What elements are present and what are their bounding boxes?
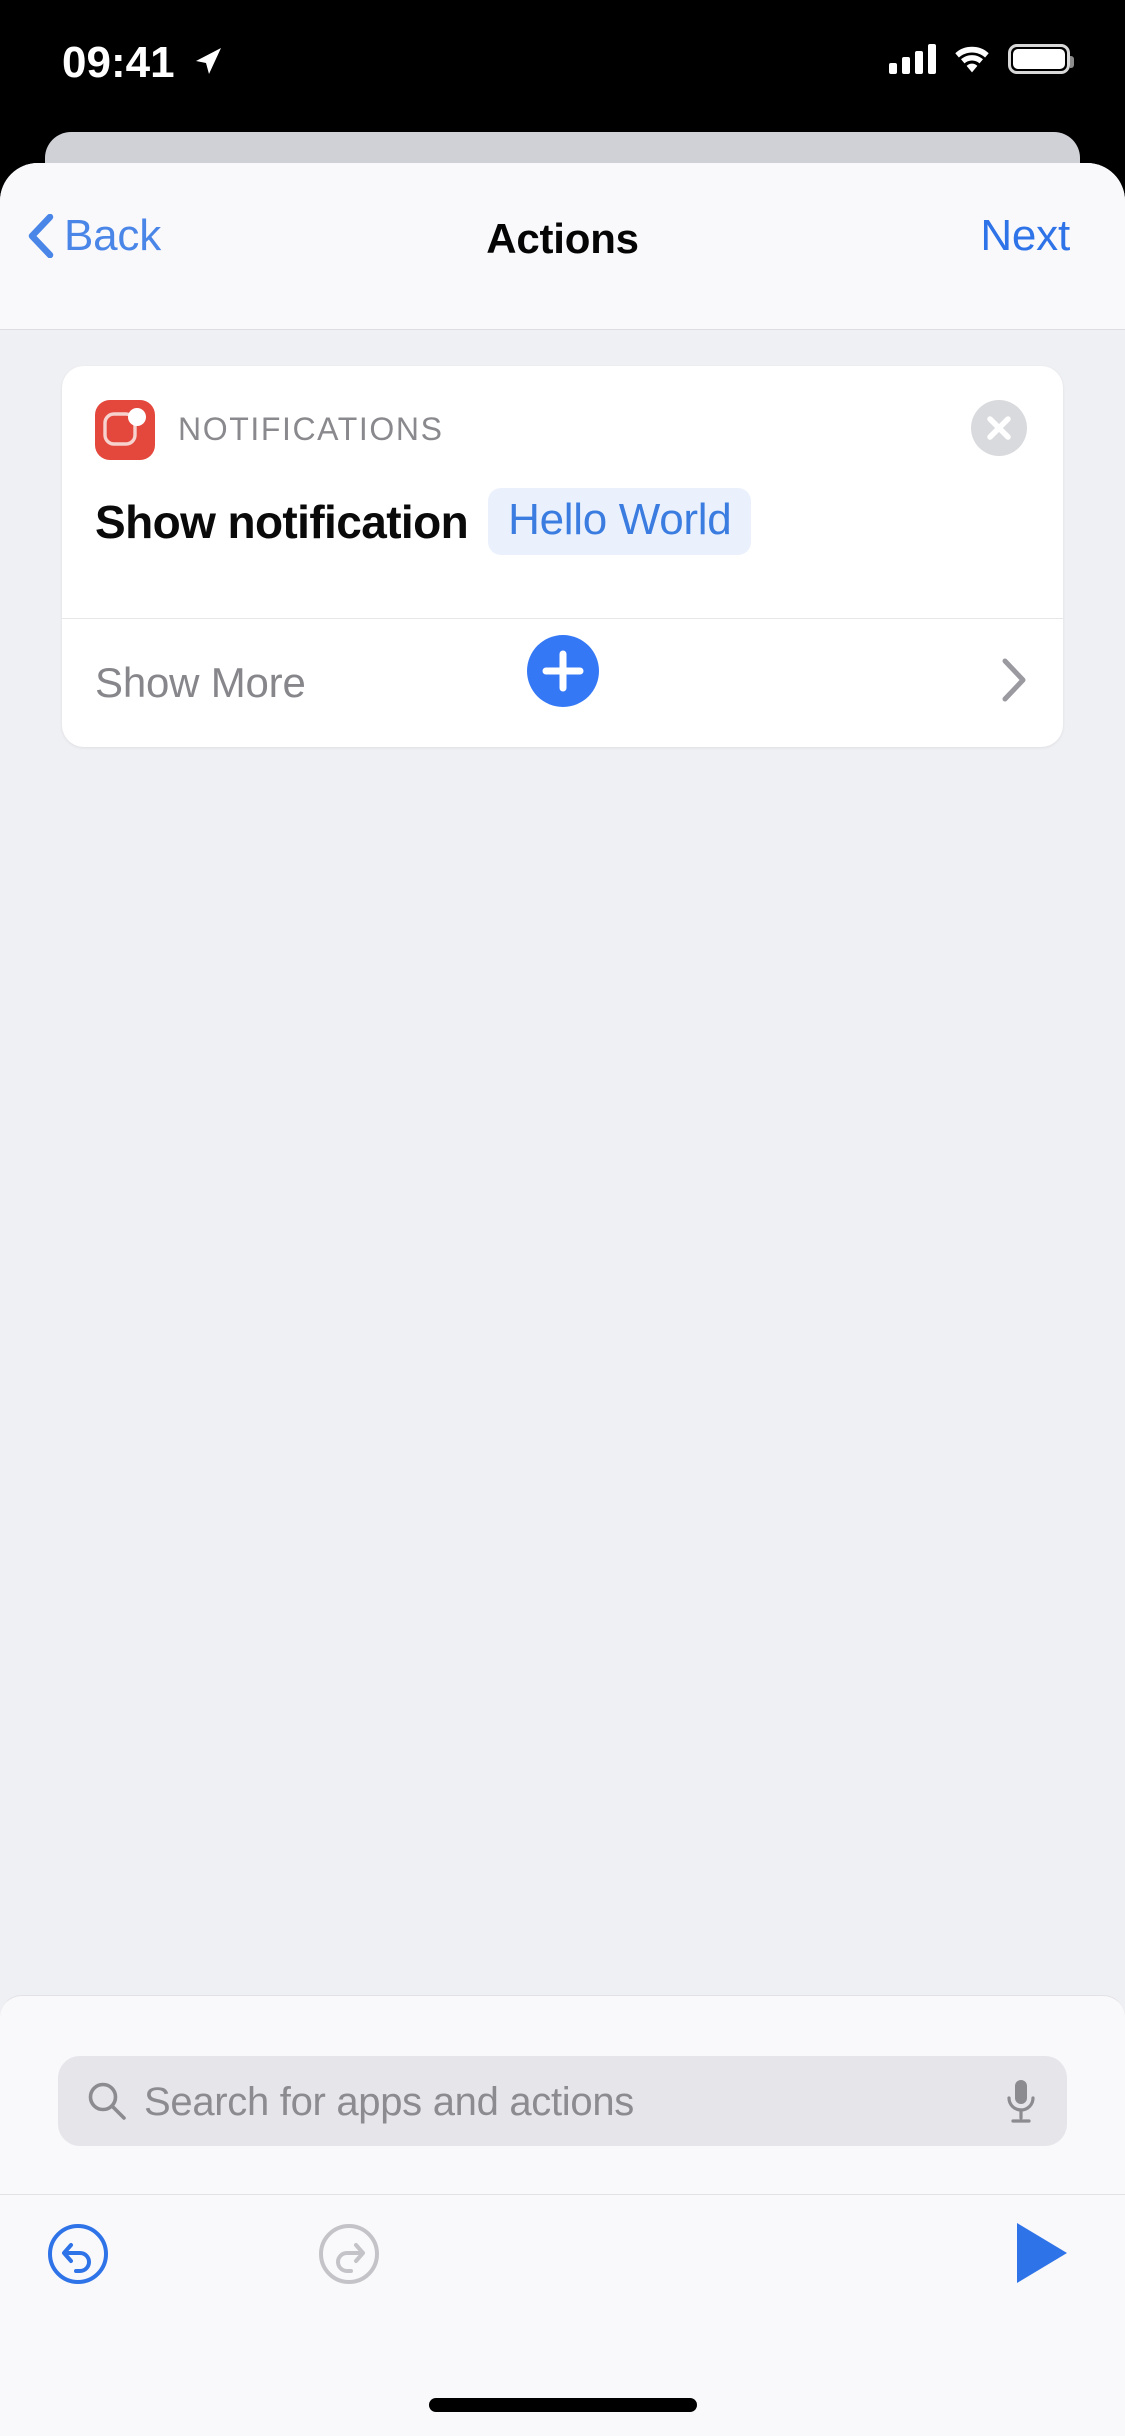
wifi-icon [955, 46, 989, 73]
status-bar: 09:41 [0, 0, 1125, 132]
search-input[interactable] [142, 2076, 966, 2128]
navigation-bar: Back Actions Next [0, 163, 1125, 330]
chevron-right-icon [1002, 658, 1026, 702]
action-app-label: NOTIFICATIONS [178, 411, 444, 447]
bottom-panel [0, 1995, 1125, 2436]
battery-full-icon [1008, 44, 1074, 74]
page-title: Actions [486, 215, 639, 262]
location-arrow-icon [196, 48, 221, 74]
action-title-row: Show notification Hello World [95, 488, 752, 555]
status-bar-indicators [889, 44, 1074, 74]
add-action-button[interactable] [527, 635, 599, 707]
search-bar[interactable] [58, 2056, 1067, 2146]
close-circle-icon[interactable] [971, 400, 1027, 456]
undo-circle-icon[interactable] [47, 2223, 109, 2285]
microphone-icon[interactable] [999, 2076, 1043, 2126]
iphone-screen: 09:41 Back Actions Next NOTIFICATIONS Sh… [0, 0, 1125, 2436]
play-icon[interactable] [1011, 2220, 1071, 2286]
action-title: Show notification [95, 495, 469, 548]
actions-list-area: NOTIFICATIONS Show notification Hello Wo… [0, 330, 1125, 1995]
next-button[interactable]: Next [980, 211, 1070, 261]
editor-toolbar [0, 2194, 1125, 2355]
shortcut-editor-sheet: Back Actions Next NOTIFICATIONS Show not… [0, 163, 1125, 2436]
home-indicator [428, 2398, 697, 2412]
action-parameter-token[interactable]: Hello World [488, 488, 752, 555]
notifications-app-icon [95, 400, 155, 460]
show-more-label: Show More [95, 659, 306, 706]
search-icon [88, 2082, 126, 2120]
plus-icon [542, 650, 584, 692]
status-bar-time: 09:41 [62, 38, 175, 87]
action-card-header: NOTIFICATIONS Show notification Hello Wo… [62, 366, 1063, 618]
redo-circle-icon[interactable] [318, 2223, 380, 2285]
cellular-signal-icon [889, 44, 936, 74]
